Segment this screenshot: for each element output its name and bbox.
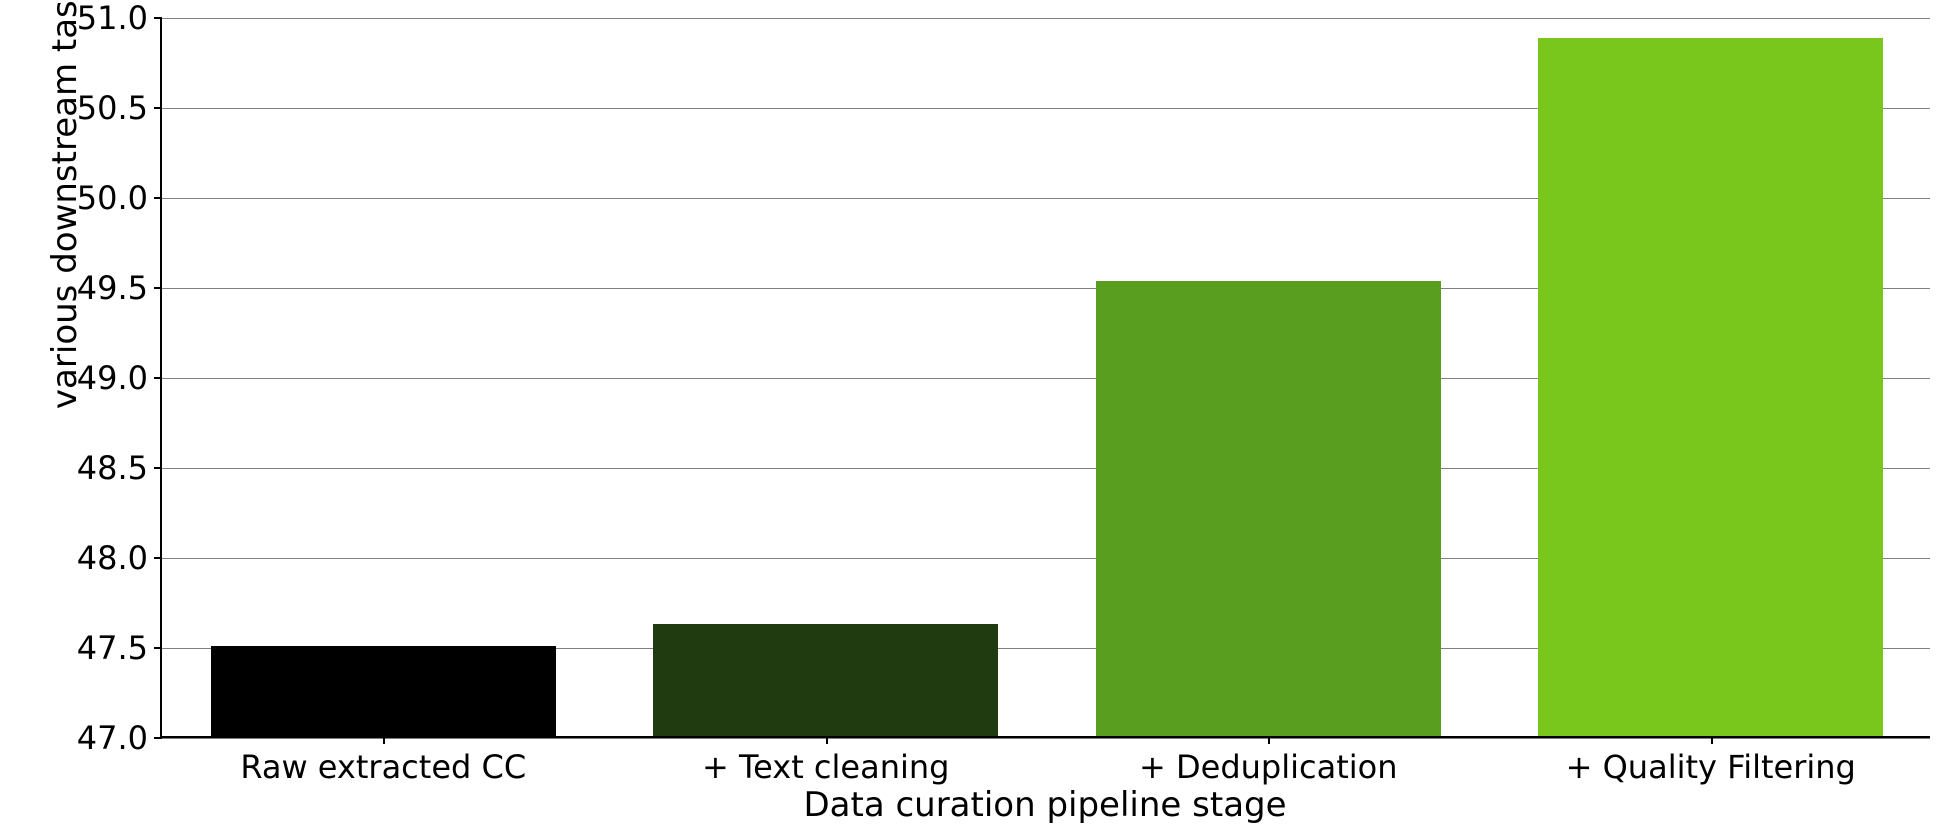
chart-container: Average accuracy (%) over various downst… — [0, 0, 1948, 831]
plot-area: 47.047.548.048.549.049.550.050.551.0Raw … — [160, 18, 1930, 738]
bar — [1538, 38, 1883, 736]
xtick-mark — [826, 736, 828, 744]
ytick-label: 50.0 — [77, 179, 162, 217]
xtick-label: + Quality Filtering — [1566, 748, 1856, 786]
ytick-label: 47.5 — [77, 629, 162, 667]
gridline — [162, 738, 1930, 739]
xtick-label: + Text cleaning — [702, 748, 949, 786]
plot-outer: 47.047.548.048.549.049.550.050.551.0Raw … — [160, 18, 1930, 738]
xtick-mark — [1268, 736, 1270, 744]
gridline — [162, 18, 1930, 19]
bar — [211, 646, 556, 736]
xtick-mark — [1711, 736, 1713, 744]
bar — [653, 624, 998, 736]
ytick-label: 51.0 — [77, 0, 162, 37]
xtick-mark — [383, 736, 385, 744]
ytick-label: 47.0 — [77, 719, 162, 757]
ytick-label: 48.0 — [77, 539, 162, 577]
bar — [1096, 281, 1441, 736]
ytick-label: 49.5 — [77, 269, 162, 307]
xtick-label: + Deduplication — [1139, 748, 1398, 786]
ytick-label: 48.5 — [77, 449, 162, 487]
ytick-label: 49.0 — [77, 359, 162, 397]
ytick-label: 50.5 — [77, 89, 162, 127]
xtick-label: Raw extracted CC — [240, 748, 526, 786]
x-axis-label: Data curation pipeline stage — [160, 785, 1930, 825]
